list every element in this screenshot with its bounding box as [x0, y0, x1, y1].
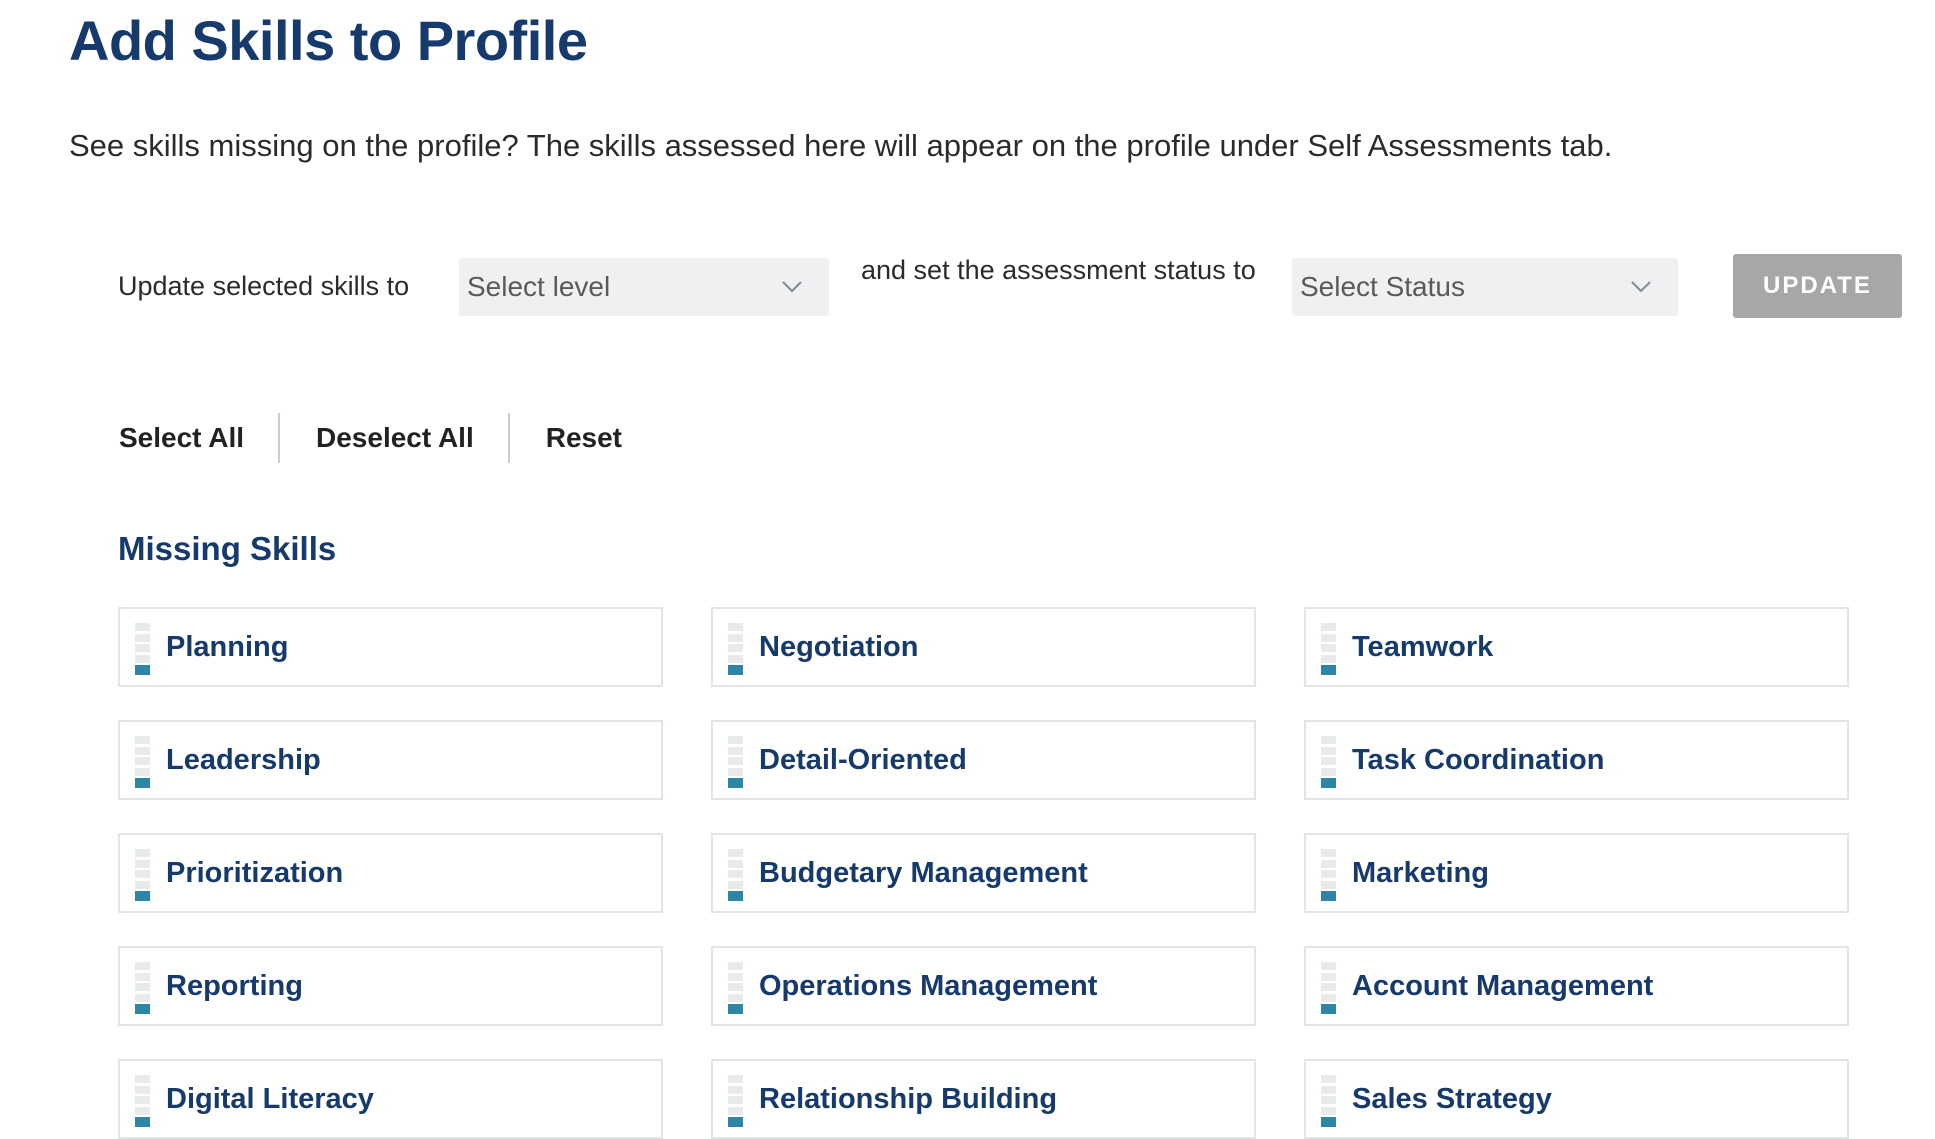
skill-name: Planning: [166, 630, 289, 663]
skill-name: Digital Literacy: [166, 1082, 374, 1115]
skill-level-meter-icon: [728, 736, 743, 788]
skill-level-meter-icon: [135, 1075, 150, 1127]
skill-name: Marketing: [1352, 856, 1489, 889]
skill-level-meter-icon: [1321, 623, 1336, 675]
skill-card[interactable]: Reporting: [118, 946, 663, 1026]
skill-card[interactable]: Teamwork: [1304, 607, 1849, 687]
page-description: See skills missing on the profile? The s…: [69, 128, 1613, 163]
skill-name: Budgetary Management: [759, 856, 1088, 889]
skill-card[interactable]: Account Management: [1304, 946, 1849, 1026]
skill-level-meter-icon: [1321, 1075, 1336, 1127]
skill-name: Prioritization: [166, 856, 344, 889]
reset-link[interactable]: Reset: [510, 422, 622, 454]
update-prefix-label: Update selected skills to: [118, 271, 410, 301]
skill-name: Operations Management: [759, 969, 1098, 1002]
skill-name: Relationship Building: [759, 1082, 1058, 1115]
skill-level-meter-icon: [1321, 849, 1336, 901]
chevron-down-icon: [782, 281, 802, 293]
skill-card[interactable]: Sales Strategy: [1304, 1059, 1849, 1139]
skill-card[interactable]: Negotiation: [711, 607, 1256, 687]
skill-card[interactable]: Operations Management: [711, 946, 1256, 1026]
skill-name: Teamwork: [1352, 630, 1494, 663]
select-all-link[interactable]: Select All: [119, 422, 278, 454]
add-skills-page: Add Skills to Profile See skills missing…: [0, 0, 1935, 1139]
skill-level-meter-icon: [728, 962, 743, 1014]
skill-name: Reporting: [166, 969, 303, 1002]
skill-card[interactable]: Task Coordination: [1304, 720, 1849, 800]
skill-level-meter-icon: [135, 849, 150, 901]
skill-card[interactable]: Relationship Building: [711, 1059, 1256, 1139]
skill-level-meter-icon: [1321, 736, 1336, 788]
skill-name: Task Coordination: [1352, 743, 1605, 776]
skill-level-meter-icon: [135, 736, 150, 788]
status-select-value: Select Status: [1300, 271, 1465, 302]
skill-card[interactable]: Detail-Oriented: [711, 720, 1256, 800]
skills-grid: Planning Negotiation Teamwork Leadership Det…: [118, 607, 1849, 1139]
skill-level-meter-icon: [728, 849, 743, 901]
level-select-value: Select level: [467, 271, 611, 302]
page-title: Add Skills to Profile: [69, 9, 588, 72]
skill-name: Sales Strategy: [1352, 1082, 1552, 1115]
skill-card[interactable]: Marketing: [1304, 833, 1849, 913]
status-prefix-label: and set the assessment status to: [861, 255, 1256, 285]
update-button[interactable]: UPDATE: [1733, 254, 1902, 318]
skill-card[interactable]: Budgetary Management: [711, 833, 1256, 913]
selection-actions: Select All Deselect All Reset: [119, 412, 622, 464]
skill-name: Leadership: [166, 743, 321, 776]
skill-level-meter-icon: [728, 623, 743, 675]
deselect-all-link[interactable]: Deselect All: [280, 422, 508, 454]
skill-name: Account Management: [1352, 969, 1654, 1002]
skill-level-meter-icon: [728, 1075, 743, 1127]
skill-card[interactable]: Digital Literacy: [118, 1059, 663, 1139]
chevron-down-icon: [1631, 281, 1651, 293]
skill-name: Negotiation: [759, 630, 919, 663]
skill-card[interactable]: Planning: [118, 607, 663, 687]
status-select[interactable]: Select Status: [1292, 258, 1678, 316]
skill-card[interactable]: Leadership: [118, 720, 663, 800]
skill-level-meter-icon: [135, 623, 150, 675]
skill-level-meter-icon: [1321, 962, 1336, 1014]
skill-card[interactable]: Prioritization: [118, 833, 663, 913]
skill-name: Detail-Oriented: [759, 743, 967, 776]
skill-level-meter-icon: [135, 962, 150, 1014]
missing-skills-heading: Missing Skills: [118, 530, 337, 567]
level-select[interactable]: Select level: [459, 258, 829, 316]
bulk-update-controls: Update selected skills to Select level a…: [118, 250, 1918, 320]
